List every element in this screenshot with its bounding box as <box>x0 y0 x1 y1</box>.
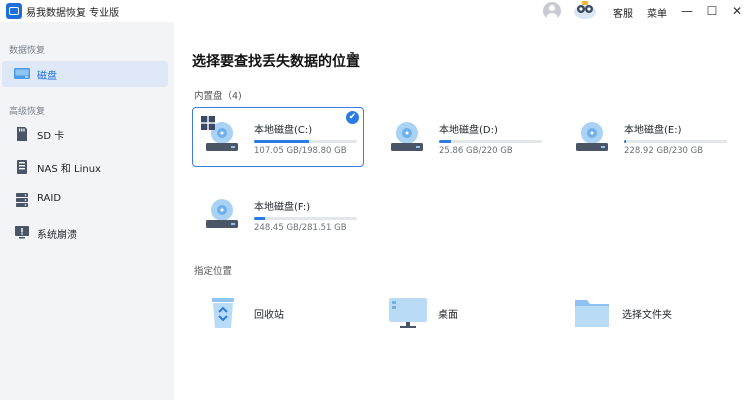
drive-card-d[interactable]: 本地磁盘(D:) 25.86 GB/220 GB <box>377 107 549 167</box>
location-select-folder[interactable]: 选择文件夹 <box>562 293 732 333</box>
close-button[interactable]: ✕ <box>728 2 746 20</box>
location-recycle-bin[interactable]: 回收站 <box>194 293 364 333</box>
drive-usage-bar <box>439 140 542 143</box>
drive-size: 25.86 GB/220 GB <box>439 146 513 156</box>
page-title: 选择要查找丢失数据的位置 <box>192 54 360 70</box>
menu-button[interactable]: 菜单 <box>647 5 667 20</box>
maximize-button[interactable]: ☐ <box>703 2 721 20</box>
sidebar-item-raid[interactable]: RAID <box>2 187 168 213</box>
sidebar-item-label: 系统崩溃 <box>37 230 77 241</box>
hard-drive-icon <box>576 122 608 151</box>
sd-card-icon <box>17 127 27 141</box>
drive-name: 本地磁盘(C:) <box>254 125 313 136</box>
drive-size: 248.45 GB/281.51 GB <box>254 223 347 233</box>
sidebar-item-disk[interactable]: 磁盘 <box>2 61 168 87</box>
drive-usage-bar <box>254 217 357 220</box>
location-label: 选择文件夹 <box>622 310 672 321</box>
title-bar: 易我数据恢复 专业版 客服 菜单 — ☐ ✕ <box>0 0 752 22</box>
sidebar-item-nas-linux[interactable]: NAS 和 Linux <box>2 154 168 180</box>
sidebar: 数据恢复 磁盘 高级恢复 SD 卡 NAS 和 Linux RAID 系统崩溃 <box>0 22 174 400</box>
windows-logo-icon <box>201 116 215 130</box>
app-logo-icon <box>6 3 22 19</box>
section-label-advanced: 高级恢复 <box>9 107 46 117</box>
hard-drive-icon <box>391 122 423 151</box>
drive-card-f[interactable]: 本地磁盘(F:) 248.45 GB/281.51 GB <box>192 184 364 244</box>
nas-icon <box>17 160 27 174</box>
drive-name: 本地磁盘(E:) <box>624 125 682 136</box>
location-desktop[interactable]: 桌面 <box>374 293 544 333</box>
system-crash-icon <box>15 226 29 239</box>
drive-card-c[interactable]: 本地磁盘(C:) 107.05 GB/198.80 GB ✔ <box>192 107 364 167</box>
drive-size: 228.92 GB/230 GB <box>624 146 704 156</box>
mascot-icon[interactable] <box>572 0 598 20</box>
drive-size: 107.05 GB/198.80 GB <box>254 146 347 156</box>
sidebar-item-label: SD 卡 <box>37 131 65 142</box>
app-title: 易我数据恢复 专业版 <box>26 8 120 19</box>
section-label-data-recovery: 数据恢复 <box>9 46 46 56</box>
drive-usage-fill <box>254 140 310 143</box>
sidebar-item-system-crash[interactable]: 系统崩溃 <box>2 220 168 246</box>
selected-check-icon: ✔ <box>346 111 359 124</box>
specified-location-label: 指定位置 <box>194 266 233 277</box>
location-label: 回收站 <box>254 310 284 321</box>
refresh-icon[interactable]: ↻ <box>349 50 360 65</box>
hard-drive-icon <box>206 199 238 228</box>
minimize-button[interactable]: — <box>678 2 696 20</box>
sidebar-item-label: 磁盘 <box>37 71 57 82</box>
raid-icon <box>16 193 28 207</box>
drive-name: 本地磁盘(F:) <box>254 202 311 213</box>
user-avatar[interactable] <box>543 2 561 20</box>
location-label: 桌面 <box>438 310 458 321</box>
main-panel: 选择要查找丢失数据的位置 ↻ 内置盘（4) 本地磁盘(C:) 107.05 GB… <box>174 22 752 400</box>
drive-name: 本地磁盘(D:) <box>439 125 498 136</box>
drive-usage-fill <box>254 217 266 220</box>
recycle-bin-icon <box>212 298 234 328</box>
disk-icon <box>14 68 30 79</box>
folder-icon <box>575 300 609 327</box>
sidebar-item-label: NAS 和 Linux <box>37 164 101 175</box>
desktop-icon <box>389 298 427 328</box>
drive-usage-bar <box>624 140 727 143</box>
drive-usage-fill <box>624 140 627 143</box>
sidebar-item-sd-card[interactable]: SD 卡 <box>2 121 168 147</box>
drive-card-e[interactable]: 本地磁盘(E:) 228.92 GB/230 GB <box>562 107 734 167</box>
drive-usage-bar <box>254 140 357 143</box>
internal-disks-label: 内置盘（4) <box>194 91 242 102</box>
drive-usage-fill <box>439 140 452 143</box>
customer-service-button[interactable]: 客服 <box>613 5 633 20</box>
sidebar-item-label: RAID <box>37 193 62 204</box>
